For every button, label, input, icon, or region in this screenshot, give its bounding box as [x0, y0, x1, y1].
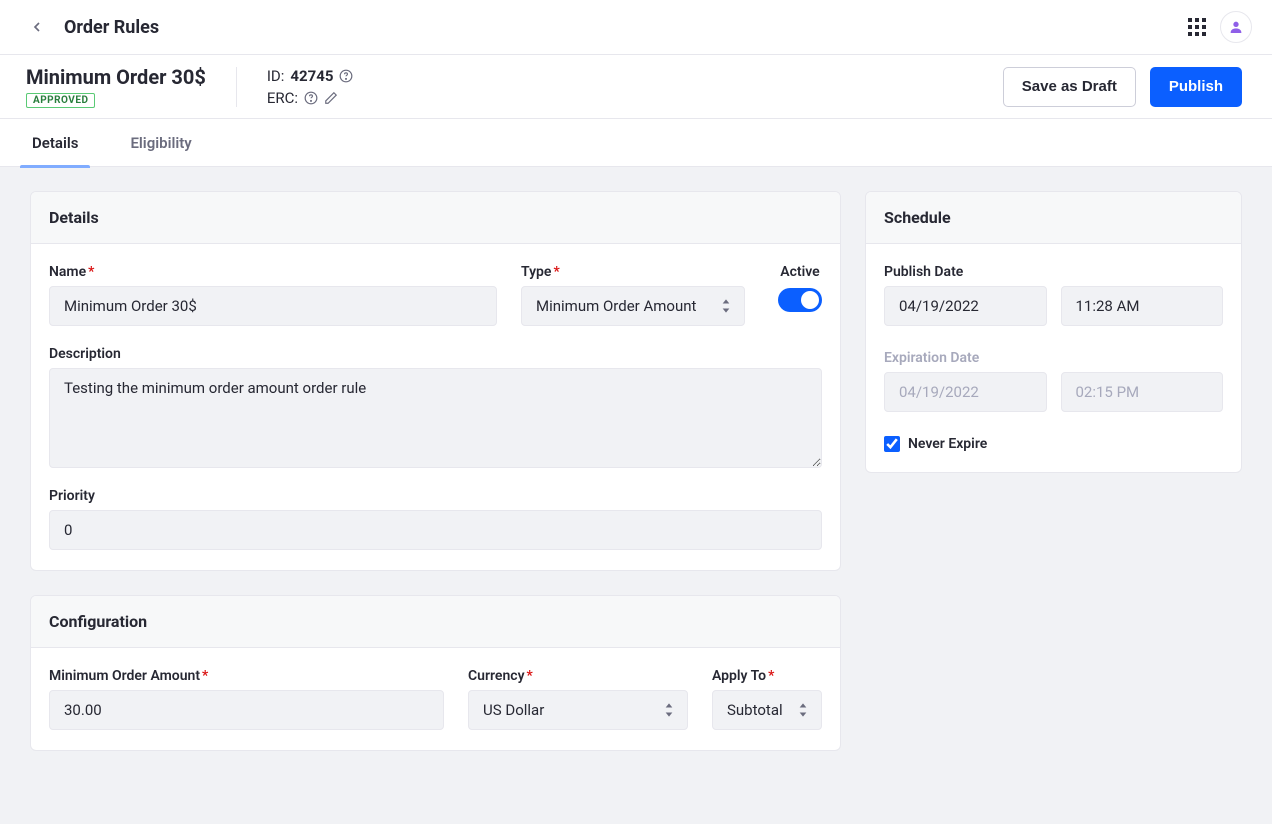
- field-expiration-date: Expiration Date: [884, 350, 1223, 412]
- min-amount-label: Minimum Order Amount*: [49, 668, 444, 684]
- apply-to-select-wrap: Subtotal: [712, 690, 822, 730]
- apply-to-select[interactable]: Subtotal: [712, 690, 822, 730]
- publish-date-label: Publish Date: [884, 264, 1223, 280]
- meta-block: ID: 42745 ERC:: [267, 67, 354, 107]
- required-mark: *: [202, 668, 208, 684]
- min-amount-label-text: Minimum Order Amount: [49, 668, 200, 684]
- status-badge: APPROVED: [26, 93, 95, 108]
- name-input[interactable]: [49, 286, 497, 326]
- publish-date-input[interactable]: [884, 286, 1047, 326]
- field-currency: Currency* US Dollar: [468, 668, 688, 730]
- expiration-date-row: [884, 372, 1223, 412]
- row-name-type-active: Name* Type* Minimum Order Amount: [49, 264, 822, 326]
- currency-select-value: US Dollar: [483, 701, 544, 719]
- name-label-text: Name: [49, 264, 86, 280]
- content-area: Details Name* Type* Minimum Order Amount: [0, 167, 1272, 824]
- id-label: ID:: [267, 67, 285, 85]
- publish-button[interactable]: Publish: [1150, 67, 1242, 107]
- topbar: Order Rules: [0, 0, 1272, 55]
- schedule-card-header: Schedule: [866, 192, 1241, 244]
- tab-bar: Details Eligibility: [0, 119, 1272, 167]
- apply-to-label-text: Apply To: [712, 668, 766, 684]
- currency-select[interactable]: US Dollar: [468, 690, 688, 730]
- header-left: Minimum Order 30$ APPROVED ID: 42745 ERC…: [26, 65, 353, 108]
- never-expire-row: Never Expire: [884, 436, 1223, 452]
- details-card-header: Details: [31, 192, 840, 244]
- schedule-card: Schedule Publish Date Expiration Date: [865, 191, 1242, 473]
- row-config: Minimum Order Amount* Currency* US Dolla…: [49, 668, 822, 730]
- never-expire-checkbox[interactable]: [884, 436, 900, 452]
- required-mark: *: [88, 264, 94, 280]
- topbar-left: Order Rules: [28, 17, 159, 38]
- topbar-right: [1188, 11, 1252, 43]
- field-name: Name*: [49, 264, 497, 326]
- save-draft-button[interactable]: Save as Draft: [1003, 67, 1136, 107]
- expiration-date-input: [884, 372, 1047, 412]
- side-column: Schedule Publish Date Expiration Date: [865, 191, 1242, 473]
- pencil-icon[interactable]: [324, 91, 338, 105]
- page-header: Minimum Order 30$ APPROVED ID: 42745 ERC…: [0, 55, 1272, 119]
- active-label: Active: [780, 264, 819, 280]
- field-type: Type* Minimum Order Amount: [521, 264, 745, 326]
- erc-label: ERC:: [267, 89, 298, 107]
- field-description: Description: [49, 346, 822, 468]
- priority-label: Priority: [49, 488, 822, 504]
- header-actions: Save as Draft Publish: [1003, 67, 1242, 107]
- main-column: Details Name* Type* Minimum Order Amount: [30, 191, 841, 751]
- configuration-card-body: Minimum Order Amount* Currency* US Dolla…: [31, 648, 840, 750]
- configuration-card: Configuration Minimum Order Amount* Curr…: [30, 595, 841, 751]
- details-card-body: Name* Type* Minimum Order Amount: [31, 244, 840, 570]
- apps-grid-icon[interactable]: [1188, 18, 1206, 36]
- configuration-card-header: Configuration: [31, 596, 840, 648]
- priority-input[interactable]: [49, 510, 822, 550]
- field-min-amount: Minimum Order Amount*: [49, 668, 444, 730]
- currency-label-text: Currency: [468, 668, 525, 684]
- expiration-date-label: Expiration Date: [884, 350, 1223, 366]
- field-priority: Priority: [49, 488, 822, 550]
- breadcrumb[interactable]: Order Rules: [64, 17, 159, 38]
- apply-to-select-value: Subtotal: [727, 701, 783, 719]
- page-title: Minimum Order 30$: [26, 65, 206, 89]
- type-label-text: Type: [521, 264, 551, 280]
- never-expire-label: Never Expire: [908, 436, 987, 452]
- user-avatar-button[interactable]: [1220, 11, 1252, 43]
- type-label: Type*: [521, 264, 745, 280]
- currency-select-wrap: US Dollar: [468, 690, 688, 730]
- expiration-time-input: [1061, 372, 1224, 412]
- type-select[interactable]: Minimum Order Amount: [521, 286, 745, 326]
- id-row: ID: 42745: [267, 67, 354, 85]
- publish-time-input[interactable]: [1061, 286, 1224, 326]
- required-mark: *: [527, 668, 533, 684]
- name-label: Name*: [49, 264, 497, 280]
- details-card: Details Name* Type* Minimum Order Amount: [30, 191, 841, 571]
- field-publish-date: Publish Date: [884, 264, 1223, 326]
- help-icon[interactable]: [339, 69, 353, 83]
- apply-to-label: Apply To*: [712, 668, 822, 684]
- erc-row: ERC:: [267, 89, 354, 107]
- field-apply-to: Apply To* Subtotal: [712, 668, 822, 730]
- back-icon[interactable]: [28, 18, 46, 36]
- title-block: Minimum Order 30$ APPROVED: [26, 65, 206, 108]
- description-label: Description: [49, 346, 822, 362]
- required-mark: *: [768, 668, 774, 684]
- type-select-wrap: Minimum Order Amount: [521, 286, 745, 326]
- publish-date-row: [884, 286, 1223, 326]
- help-icon[interactable]: [304, 91, 318, 105]
- min-amount-input[interactable]: [49, 690, 444, 730]
- active-toggle[interactable]: [778, 288, 822, 312]
- currency-label: Currency*: [468, 668, 688, 684]
- required-mark: *: [553, 264, 559, 280]
- vertical-divider: [236, 67, 237, 107]
- tab-details[interactable]: Details: [20, 119, 90, 167]
- id-value: 42745: [290, 67, 333, 85]
- tab-eligibility[interactable]: Eligibility: [118, 119, 203, 167]
- description-textarea[interactable]: [49, 368, 822, 468]
- type-select-value: Minimum Order Amount: [536, 297, 696, 315]
- schedule-card-body: Publish Date Expiration Date Never: [866, 244, 1241, 472]
- field-active: Active: [778, 264, 822, 312]
